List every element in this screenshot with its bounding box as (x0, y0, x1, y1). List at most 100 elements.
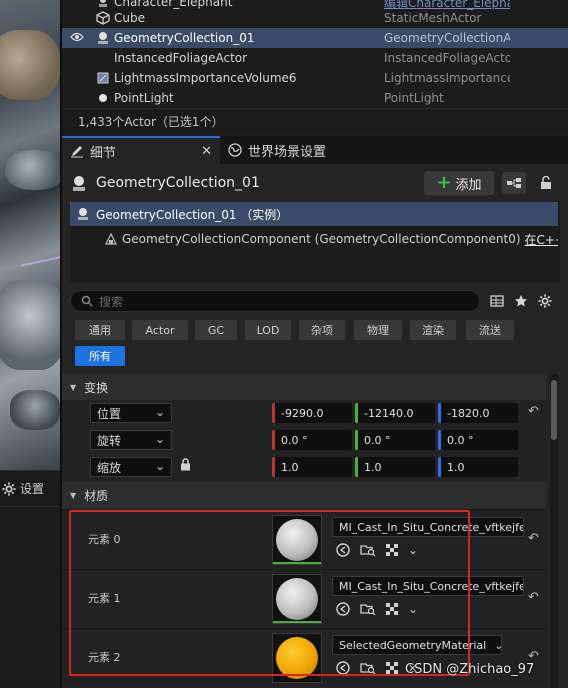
add-component-label: 添加 (455, 177, 482, 193)
transform-row-location: 位置 ⌄ -9290.0 -12140.0 -1820.0 ↶ (62, 400, 546, 426)
transform-row-rotation: 旋转 ⌄ 0.0 ° 0.0 ° 0.0 ° (62, 427, 546, 453)
volume-icon (92, 71, 114, 85)
outliner-row-name: LightmassImportanceVolume6 (114, 71, 297, 85)
scale-mode-dropdown[interactable]: 缩放 ⌄ (90, 457, 172, 477)
rotation-x-field[interactable]: 0.0 ° (272, 430, 352, 450)
left-toolbar: 设置 (0, 470, 60, 688)
reset-arrow-icon[interactable]: ↶ (528, 531, 539, 546)
details-search[interactable]: 搜索 (70, 290, 480, 312)
outliner-row-type: PointLight (384, 91, 444, 105)
settings-label: 设置 (20, 482, 45, 496)
outliner-row-name: GeometryCollection_01 (114, 31, 255, 45)
lock-icon[interactable] (180, 458, 191, 474)
pencil-icon (70, 144, 84, 158)
tab-world-settings-label: 世界场景设置 (248, 144, 327, 160)
scale-z-field[interactable]: 1.0 (438, 457, 518, 477)
search-icon (81, 295, 93, 307)
point-light-icon (92, 92, 114, 104)
geometry-collection-icon (92, 31, 114, 45)
tab-details[interactable]: 细节 ✕ (62, 136, 220, 164)
tab-world-settings[interactable]: 世界场景设置 (220, 136, 334, 164)
reset-arrow-icon[interactable]: ↶ (528, 404, 539, 419)
outliner-row-name: InstancedFoliageActor (114, 51, 248, 65)
location-z-field[interactable]: -1820.0 (438, 403, 518, 423)
reset-arrow-icon[interactable]: ↶ (528, 590, 539, 605)
unlock-icon (540, 176, 552, 190)
location-x-field[interactable]: -9290.0 (272, 403, 352, 423)
chevron-down-icon: ⌄ (154, 405, 165, 419)
viewport-rock (5, 150, 60, 190)
panel-tabs: 细节 ✕ 世界场景设置 (62, 136, 568, 164)
filter-actor[interactable]: Actor (132, 320, 188, 340)
eye-icon[interactable] (62, 31, 92, 45)
scale-x-field[interactable]: 1.0 (272, 457, 352, 477)
filter-streaming[interactable]: 流送 (466, 320, 514, 340)
component-child-label: GeometryCollectionComponent (GeometryCol… (122, 232, 521, 246)
world-outliner: Character_Elephant 编辑Character_Elephant … (62, 0, 568, 108)
settings-button[interactable]: 设置 (0, 471, 60, 507)
tab-details-label: 细节 (90, 145, 117, 161)
outliner-row-type: GeometryCollectionAc (384, 31, 510, 45)
level-viewport[interactable] (0, 0, 60, 470)
lock-button[interactable] (538, 172, 554, 194)
location-label: 位置 (97, 406, 122, 421)
gear-icon (2, 481, 16, 496)
actor-icon (92, 0, 114, 8)
outliner-row-name: Cube (114, 11, 145, 25)
location-mode-dropdown[interactable]: 位置 ⌄ (90, 403, 172, 423)
plus-icon: + (436, 172, 452, 193)
outliner-row[interactable]: LightmassImportanceVolume6 LightmassImpo… (62, 68, 568, 88)
star-icon[interactable] (514, 294, 528, 308)
component-root-item[interactable]: GeometryCollection_01 （实例） (70, 202, 558, 226)
outliner-row[interactable]: Cube StaticMeshActor (62, 8, 568, 28)
annotation-highlight-box (69, 510, 470, 676)
collapse-triangle-icon: ▼ (70, 490, 77, 500)
category-transform-label: 变换 (84, 380, 109, 395)
component-root-label: GeometryCollection_01 （实例） (96, 207, 289, 222)
outliner-row-selected[interactable]: GeometryCollection_01 GeometryCollection… (62, 28, 568, 48)
geometry-collection-icon (70, 174, 88, 192)
table-view-icon[interactable] (490, 294, 504, 308)
gear-icon[interactable] (538, 294, 552, 308)
blueprint-icon (506, 177, 522, 189)
scale-y-field[interactable]: 1.0 (355, 457, 435, 477)
filter-gc[interactable]: GC (195, 320, 237, 340)
filter-misc[interactable]: 杂项 (299, 320, 345, 340)
viewport-rock (0, 30, 60, 100)
outliner-row-name: PointLight (114, 91, 174, 105)
outliner-row[interactable]: PointLight PointLight (62, 88, 568, 108)
rotation-mode-dropdown[interactable]: 旋转 ⌄ (90, 430, 172, 450)
category-materials-label: 材质 (84, 488, 109, 503)
chevron-down-icon: ⌄ (154, 432, 165, 446)
filter-physics[interactable]: 物理 (354, 320, 402, 340)
collapse-triangle-icon: ▼ (70, 382, 77, 392)
chevron-down-icon: ⌄ (154, 459, 165, 473)
location-y-field[interactable]: -12140.0 (355, 403, 435, 423)
cube-icon (92, 11, 114, 25)
add-component-button[interactable]: + 添加 (424, 171, 494, 195)
close-icon[interactable]: ✕ (201, 144, 212, 159)
component-child-item[interactable]: GeometryCollectionComponent (GeometryCol… (70, 228, 558, 250)
filter-all[interactable]: 所有 (75, 346, 125, 366)
chevron-down-icon: ⌄ (494, 639, 501, 652)
filter-general[interactable]: 通用 (75, 320, 125, 340)
rotation-z-field[interactable]: 0.0 ° (438, 430, 518, 450)
rotation-y-field[interactable]: 0.0 ° (355, 430, 435, 450)
edit-in-cpp-link[interactable]: 在C++中编 (525, 231, 558, 248)
component-icon (104, 232, 118, 246)
category-transform[interactable]: ▼ 变换 (62, 374, 546, 400)
filter-rendering[interactable]: 渲染 (410, 320, 456, 340)
category-materials[interactable]: ▼ 材质 (62, 482, 546, 508)
watermark: CSDN @Zhichao_97 (405, 662, 535, 677)
viewport-rock (10, 390, 60, 430)
scale-label: 缩放 (97, 460, 122, 475)
transform-row-scale: 缩放 ⌄ 1.0 1.0 1.0 (62, 454, 546, 480)
actor-count-status: 1,433个Actor（已选1个） (62, 108, 568, 134)
outliner-row-type: StaticMeshActor (384, 11, 482, 25)
details-scrollbar[interactable] (550, 374, 558, 688)
rotation-label: 旋转 (97, 433, 122, 448)
blueprint-button[interactable] (502, 172, 526, 194)
scrollbar-thumb[interactable] (551, 380, 557, 440)
outliner-row[interactable]: InstancedFoliageActor InstancedFoliageAc… (62, 48, 568, 68)
filter-lod[interactable]: LOD (245, 320, 291, 340)
